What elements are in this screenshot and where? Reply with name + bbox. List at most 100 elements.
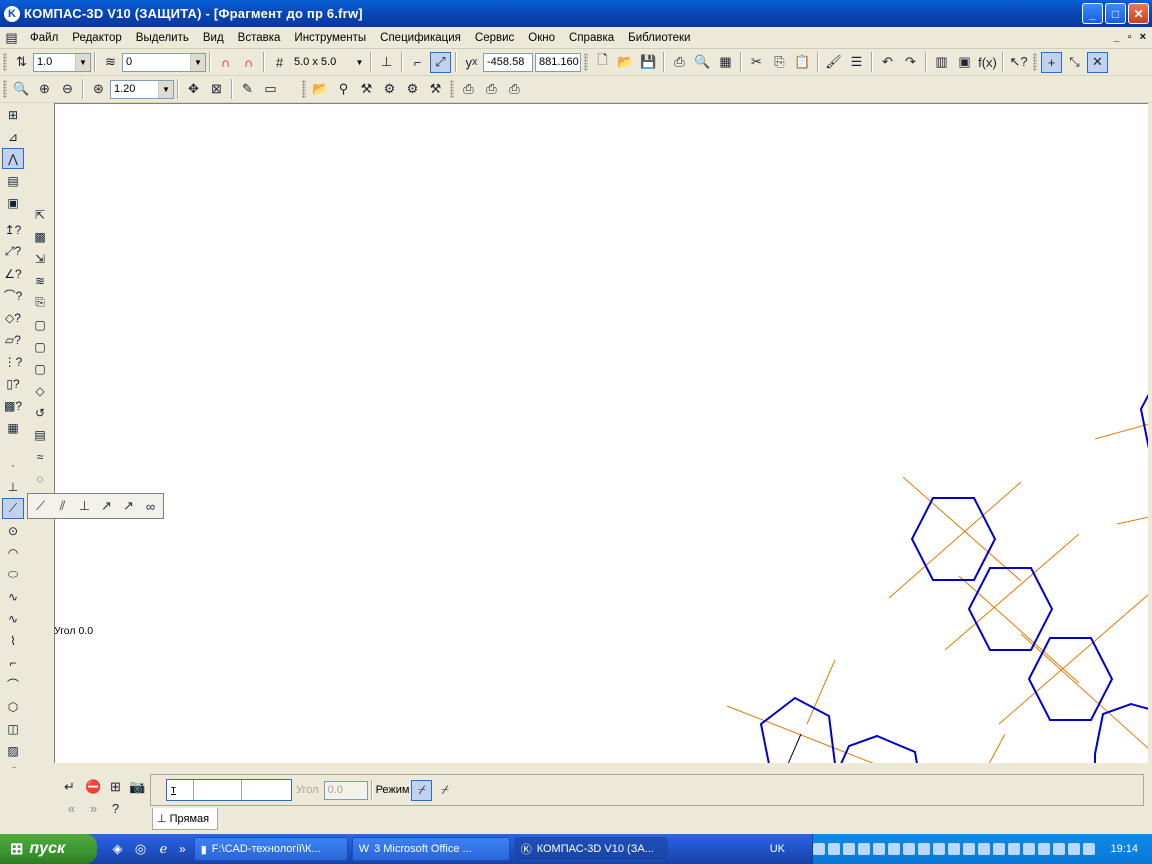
- grid-toggle-icon[interactable]: ⊞: [105, 776, 126, 797]
- plot-icon[interactable]: ⎙: [504, 79, 525, 100]
- perpendicular-segment-icon[interactable]: ⊥: [75, 497, 94, 516]
- wave-icon[interactable]: ≈: [29, 446, 51, 467]
- snap-off-icon[interactable]: ∩: [238, 52, 259, 73]
- mirror-icon[interactable]: ≋: [29, 270, 51, 291]
- more-chevron-icon[interactable]: »: [179, 842, 186, 856]
- open-file-icon[interactable]: 📂: [615, 52, 636, 73]
- start-button[interactable]: ⊞ пуск: [0, 834, 97, 864]
- layer-combo[interactable]: 0 ▼: [122, 52, 206, 72]
- tray-icon[interactable]: [978, 843, 991, 855]
- menu-insert[interactable]: Вставка: [231, 32, 288, 44]
- menu-file[interactable]: Файл: [23, 32, 65, 44]
- geometry-panel-icon[interactable]: ⋀: [2, 148, 24, 169]
- cut-curve-icon[interactable]: ↺: [29, 402, 51, 423]
- measure-curve-icon[interactable]: ⌒?: [2, 285, 24, 306]
- menu-specification[interactable]: Спецификация: [373, 32, 468, 44]
- task-kompas[interactable]: Ⓚ КОМПАС-3D V10 (ЗА...: [513, 837, 668, 861]
- menu-select[interactable]: Выделить: [129, 32, 196, 44]
- stop-icon[interactable]: ⛔: [83, 776, 104, 797]
- close-button[interactable]: ✕: [1128, 3, 1149, 24]
- tangent-segment-icon[interactable]: ↗: [97, 497, 116, 516]
- mdi-restore-button[interactable]: ▫: [1128, 31, 1132, 43]
- scale-icon[interactable]: ⇲: [29, 248, 51, 269]
- tray-icon[interactable]: [933, 843, 946, 855]
- tray-icon[interactable]: [1023, 843, 1036, 855]
- spline-icon[interactable]: ∿: [2, 586, 24, 607]
- grid-icon[interactable]: #: [269, 52, 290, 73]
- ortho-icon[interactable]: ⌐: [407, 52, 428, 73]
- arc-icon[interactable]: ◠: [2, 542, 24, 563]
- menu-libraries[interactable]: Библиотеки: [621, 32, 697, 44]
- zoom-out-icon[interactable]: ⊖: [57, 79, 78, 100]
- measure-mass-icon[interactable]: ▱?: [2, 329, 24, 350]
- parallel-segment-icon[interactable]: ⫽: [53, 497, 72, 516]
- polyline-icon[interactable]: ⌇: [2, 630, 24, 651]
- toolbar-grip[interactable]: [3, 53, 7, 71]
- library-icon[interactable]: ▣: [954, 52, 975, 73]
- help-icon[interactable]: ?: [105, 798, 126, 819]
- menu-tools[interactable]: Инструменты: [287, 32, 373, 44]
- properties-icon[interactable]: ▦: [715, 52, 736, 73]
- menu-help[interactable]: Справка: [562, 32, 621, 44]
- toolbar-grip[interactable]: [450, 80, 454, 98]
- format-brush-icon[interactable]: 🖌: [823, 52, 844, 73]
- tray-icon[interactable]: [903, 843, 916, 855]
- tray-icon[interactable]: [1083, 843, 1096, 855]
- task-office[interactable]: W 3 Microsoft Office ...: [351, 837, 510, 861]
- tray-icon[interactable]: [888, 843, 901, 855]
- snap-line-icon[interactable]: ⤡: [1064, 52, 1085, 73]
- drawing-canvas[interactable]: [54, 103, 1148, 763]
- tray-icon[interactable]: [1038, 843, 1051, 855]
- ellipse-icon[interactable]: ⬭: [2, 564, 24, 585]
- nurbs-icon[interactable]: ∿: [2, 608, 24, 629]
- copy-concentric-icon[interactable]: ▢: [29, 358, 51, 379]
- grid-combo[interactable]: 5.0 x 5.0 ▼: [291, 53, 367, 72]
- function-icon[interactable]: f(x): [977, 52, 998, 73]
- mode-line-alt-icon[interactable]: ⌿: [434, 780, 455, 801]
- notation-panel-icon[interactable]: ▤: [2, 170, 24, 191]
- tray-icon[interactable]: [1053, 843, 1066, 855]
- dimension-panel-icon[interactable]: ⊿: [2, 126, 24, 147]
- tray-icon[interactable]: [813, 843, 826, 855]
- circle-icon[interactable]: ⊙: [2, 520, 24, 541]
- zoom-icon[interactable]: 🔍: [11, 79, 32, 100]
- tools-icon[interactable]: ⚒: [425, 79, 446, 100]
- tangent-two-circles-icon[interactable]: ∞: [141, 497, 160, 516]
- paste-icon[interactable]: 📋: [792, 52, 813, 73]
- magnet-icon[interactable]: ∩: [215, 52, 236, 73]
- variables-icon[interactable]: ☰: [846, 52, 867, 73]
- toolbar-grip[interactable]: [3, 80, 7, 98]
- local-cs-icon[interactable]: ⊥: [376, 52, 397, 73]
- move-icon[interactable]: ⇱: [29, 204, 51, 225]
- polygon-icon[interactable]: ⬡: [2, 696, 24, 717]
- coord-y-field[interactable]: 881.160: [535, 52, 581, 72]
- layers-icon[interactable]: ≋: [100, 52, 121, 73]
- tray-icon[interactable]: [918, 843, 931, 855]
- quicklaunch-icon[interactable]: ◈: [107, 839, 128, 860]
- fillet-icon[interactable]: ⌒: [2, 674, 24, 695]
- enter-icon[interactable]: ↵: [59, 776, 80, 797]
- step-icon[interactable]: ⇅: [11, 52, 32, 73]
- print-preview-icon[interactable]: 🔍: [692, 52, 713, 73]
- step-combo[interactable]: 1.0 ▼: [33, 52, 91, 72]
- redo-icon[interactable]: ↷: [900, 52, 921, 73]
- tray-icon[interactable]: [963, 843, 976, 855]
- chamfer-icon[interactable]: ⌐: [2, 652, 24, 673]
- point-field[interactable]: т: [166, 779, 292, 801]
- lib-network-icon[interactable]: ⚙: [379, 79, 400, 100]
- copy-obj-icon[interactable]: ⎘: [29, 292, 51, 313]
- mode-line-icon[interactable]: ⌿: [411, 779, 433, 801]
- toolbar-grip[interactable]: [1033, 53, 1037, 71]
- manager-icon[interactable]: ▥: [931, 52, 952, 73]
- zoom-in-icon[interactable]: ⊕: [34, 79, 55, 100]
- measure-line-icon[interactable]: ⤢?: [2, 241, 24, 262]
- tray-icon[interactable]: [993, 843, 1006, 855]
- measure-doc-icon[interactable]: ▯?: [2, 373, 24, 394]
- tray-icon[interactable]: [843, 843, 856, 855]
- snap-point-icon[interactable]: +: [1041, 51, 1062, 73]
- mdi-close-button[interactable]: ×: [1140, 31, 1146, 43]
- print-layout-icon[interactable]: ⎙: [481, 79, 502, 100]
- aux-line-icon[interactable]: ⊥: [2, 476, 24, 497]
- cut-icon[interactable]: ✂: [746, 52, 767, 73]
- refresh-icon[interactable]: ✎: [237, 79, 258, 100]
